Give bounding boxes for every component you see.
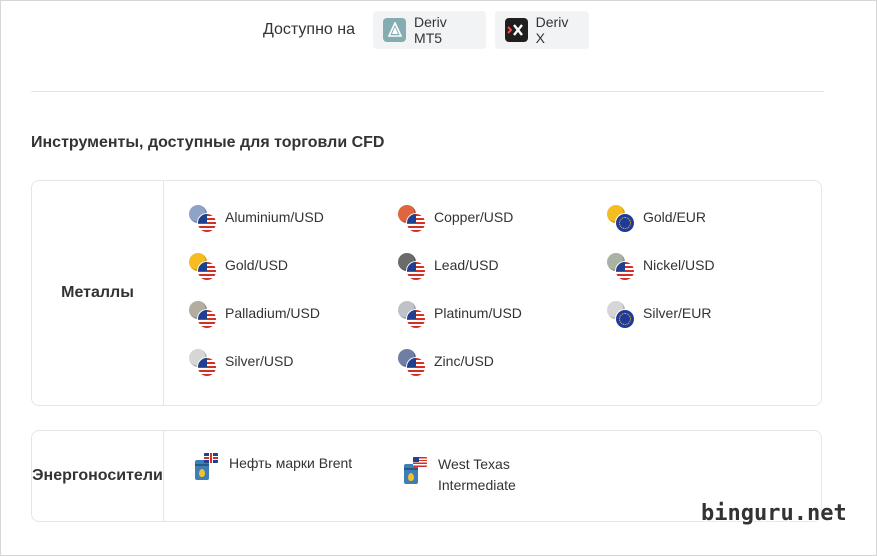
instrument-label: Platinum/USD — [434, 305, 522, 321]
deriv-mt5-icon — [383, 18, 407, 42]
eu-flag-icon — [616, 214, 634, 232]
us-flag-icon — [198, 214, 216, 232]
instrument-item[interactable]: Palladium/USD — [189, 301, 320, 331]
watermark: binguru.net — [701, 501, 847, 526]
instrument-label: Silver/USD — [225, 353, 294, 369]
us-flag-icon — [198, 262, 216, 280]
instrument-label: Zinc/USD — [434, 353, 494, 369]
metal-coin-icon — [607, 205, 637, 235]
metal-coin-icon — [607, 253, 637, 283]
instrument-label: Нефть марки Brent — [229, 455, 353, 471]
us-flag-icon — [407, 214, 425, 232]
instrument-item[interactable]: Zinc/USD — [398, 349, 494, 379]
oil-barrel-icon — [193, 453, 223, 483]
instrument-item[interactable]: Lead/USD — [398, 253, 499, 283]
instrument-label: West Texas Intermediate — [438, 456, 516, 493]
metal-coin-icon — [398, 205, 428, 235]
instrument-label: Gold/EUR — [643, 209, 707, 225]
category-energy: Энергоносители — [32, 431, 164, 521]
instrument-label: Silver/EUR — [643, 305, 712, 321]
platform-label: Deriv X — [535, 14, 569, 46]
instrument-label: Copper/USD — [434, 209, 514, 225]
instrument-label: Nickel/USD — [643, 257, 715, 273]
us-flag-icon — [413, 457, 427, 467]
instrument-label: Lead/USD — [434, 257, 499, 273]
metal-coin-icon — [607, 301, 637, 331]
instrument-wti[interactable]: West Texas Intermediate — [402, 454, 516, 496]
platform-label: Deriv MT5 — [414, 14, 447, 46]
us-flag-icon — [407, 310, 425, 328]
metal-coin-icon — [398, 253, 428, 283]
metal-coin-icon — [189, 349, 219, 379]
us-flag-icon — [198, 310, 216, 328]
metal-coin-icon — [398, 301, 428, 331]
metal-coin-icon — [189, 205, 219, 235]
instrument-brent[interactable]: Нефть марки Brent — [193, 453, 352, 483]
instrument-label: Palladium/USD — [225, 305, 320, 321]
eu-flag-icon — [616, 310, 634, 328]
platform-deriv-x[interactable]: Deriv X — [495, 11, 589, 49]
instrument-item[interactable]: Gold/USD — [189, 253, 288, 283]
us-flag-icon — [616, 262, 634, 280]
us-flag-icon — [198, 358, 216, 376]
oil-barrel-icon — [402, 454, 432, 484]
metals-panel: Металлы Aluminium/USD Copper/USD Gold/EUR G… — [31, 180, 822, 406]
deriv-x-icon — [505, 18, 528, 42]
section-title: Инструменты, доступные для торговли CFD — [31, 134, 385, 151]
instrument-label: Aluminium/USD — [225, 209, 324, 225]
instrument-item[interactable]: Copper/USD — [398, 205, 513, 235]
instrument-label: Gold/USD — [225, 257, 289, 273]
instrument-item[interactable]: Silver/USD — [189, 349, 293, 379]
availability-label: Доступно на — [263, 21, 355, 38]
platform-deriv-mt5[interactable]: Deriv MT5 — [373, 11, 486, 49]
metal-coin-icon — [189, 301, 219, 331]
divider — [31, 91, 824, 92]
instrument-item[interactable]: Aluminium/USD — [189, 205, 324, 235]
instrument-item[interactable]: Silver/EUR — [607, 301, 711, 331]
metal-coin-icon — [189, 253, 219, 283]
uk-flag-icon — [204, 453, 218, 463]
instrument-item[interactable]: Nickel/USD — [607, 253, 715, 283]
category-metals: Металлы — [32, 181, 164, 405]
us-flag-icon — [407, 358, 425, 376]
availability-bar: Доступно на Deriv MT5 Deriv X — [1, 11, 877, 51]
instrument-item[interactable]: Gold/EUR — [607, 205, 706, 235]
metal-coin-icon — [398, 349, 428, 379]
instrument-item[interactable]: Platinum/USD — [398, 301, 522, 331]
us-flag-icon — [407, 262, 425, 280]
